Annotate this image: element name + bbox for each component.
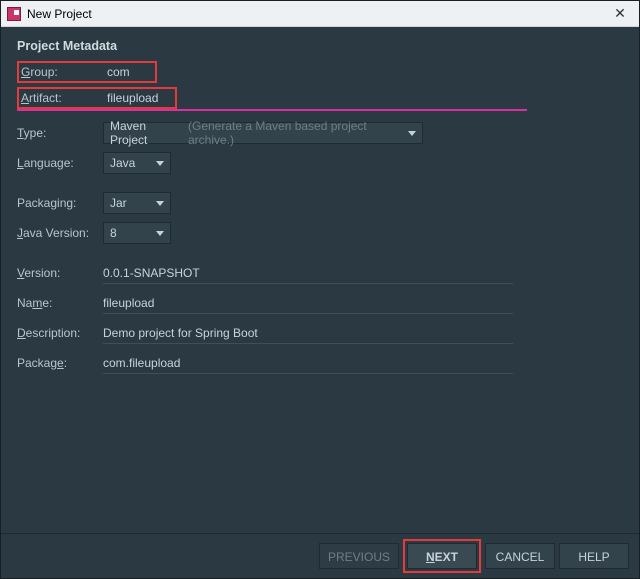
dialog-content: Project Metadata Group: com Artifact: fi…: [1, 27, 639, 381]
input-package[interactable]: com.fileupload: [103, 353, 513, 374]
input-version[interactable]: 0.0.1-SNAPSHOT: [103, 263, 513, 284]
input-name[interactable]: fileupload: [103, 293, 513, 314]
close-icon[interactable]: ✕: [607, 5, 633, 22]
row-package: Package: com.fileupload: [17, 351, 623, 375]
label-name: Name:: [17, 296, 103, 310]
app-icon: [7, 7, 21, 21]
row-version: Version: 0.0.1-SNAPSHOT: [17, 261, 623, 285]
window-title: New Project: [27, 7, 607, 21]
section-title: Project Metadata: [17, 35, 623, 61]
label-packaging: Packaging:: [17, 196, 103, 210]
label-artifact: Artifact:: [21, 91, 107, 105]
highlight-next: NEXT: [403, 539, 481, 573]
chevron-down-icon: [156, 231, 164, 236]
row-packaging: Packaging: Jar: [17, 191, 623, 215]
next-button[interactable]: NEXT: [407, 543, 477, 569]
chevron-down-icon: [156, 201, 164, 206]
label-package: Package:: [17, 356, 103, 370]
dialog-footer: PREVIOUS NEXT CANCEL HELP: [1, 533, 639, 578]
select-packaging-value: Jar: [110, 196, 127, 210]
label-version: Version:: [17, 266, 103, 280]
highlight-artifact: Artifact: fileupload: [17, 87, 177, 109]
select-java-version[interactable]: 8: [103, 222, 171, 244]
label-type: Type:: [17, 126, 103, 140]
row-language: Language: Java: [17, 151, 623, 175]
row-name: Name: fileupload: [17, 291, 623, 315]
input-description[interactable]: Demo project for Spring Boot: [103, 323, 513, 344]
select-language-value: Java: [110, 156, 135, 170]
label-description: Description:: [17, 326, 103, 340]
row-type: Type: Maven Project (Generate a Maven ba…: [17, 121, 623, 145]
select-type-value: Maven Project: [110, 119, 184, 147]
row-java-version: Java Version: 8: [17, 221, 623, 245]
select-type[interactable]: Maven Project (Generate a Maven based pr…: [103, 122, 423, 144]
help-button[interactable]: HELP: [559, 543, 629, 569]
label-language: Language:: [17, 156, 103, 170]
value-artifact[interactable]: fileupload: [107, 91, 158, 105]
row-description: Description: Demo project for Spring Boo…: [17, 321, 623, 345]
chevron-down-icon: [156, 161, 164, 166]
label-group: Group:: [21, 65, 107, 79]
window-titlebar: New Project ✕: [1, 1, 639, 27]
value-group[interactable]: com: [107, 65, 130, 79]
select-type-hint: (Generate a Maven based project archive.…: [188, 119, 408, 147]
select-packaging[interactable]: Jar: [103, 192, 171, 214]
previous-button[interactable]: PREVIOUS: [319, 543, 399, 569]
select-java-version-value: 8: [110, 226, 117, 240]
chevron-down-icon: [408, 131, 416, 136]
select-language[interactable]: Java: [103, 152, 171, 174]
divider-magenta: [17, 109, 527, 111]
label-java-version: Java Version:: [17, 226, 103, 240]
cancel-button[interactable]: CANCEL: [485, 543, 555, 569]
highlight-group: Group: com: [17, 61, 157, 83]
